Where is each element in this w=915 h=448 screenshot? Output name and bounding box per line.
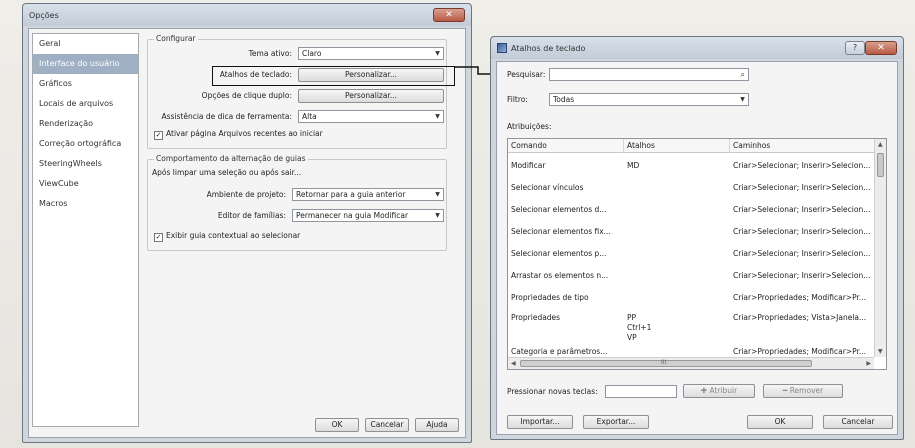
- search-icon: ⌕: [740, 70, 745, 79]
- cell-comando: Propriedades de tipo: [511, 293, 589, 302]
- vertical-scrollbar[interactable]: ▲ ▼: [874, 139, 886, 357]
- scroll-right-icon[interactable]: ▶: [866, 360, 871, 367]
- pesquisar-label: Pesquisar:: [507, 70, 546, 79]
- atribuicoes-label: Atribuições:: [507, 122, 552, 131]
- cell-comando: Selecionar elementos d...: [511, 205, 607, 214]
- atribuir-button[interactable]: ✚ Atribuir: [683, 384, 755, 398]
- cell-caminhos: Criar>Propriedades; Vista>Janela...: [733, 313, 867, 322]
- nova-tecla-input[interactable]: [605, 385, 677, 398]
- ok-button[interactable]: OK: [747, 415, 813, 429]
- nova-tecla-label: Pressionar novas teclas:: [507, 387, 598, 396]
- horizontal-scroll-thumb[interactable]: III: [520, 359, 812, 367]
- minus-icon: ━: [782, 386, 790, 395]
- remover-label: Remover: [789, 386, 824, 395]
- cell-comando: Propriedades: [511, 313, 561, 322]
- app-icon: [497, 43, 507, 53]
- cell-caminhos: Criar>Selecionar; Inserir>Selecion...: [733, 183, 871, 192]
- table-row[interactable]: Selecionar elementos p... Criar>Selecion…: [508, 244, 874, 264]
- table-row[interactable]: Propriedades de tipo Criar>Propriedades;…: [508, 288, 874, 308]
- remover-button[interactable]: ━ Remover: [763, 384, 843, 398]
- importar-button[interactable]: Importar...: [507, 415, 573, 429]
- scroll-left-icon[interactable]: ◀: [511, 360, 516, 367]
- grip-icon: III: [661, 359, 667, 366]
- vertical-scroll-thumb[interactable]: [877, 153, 884, 177]
- cell-atalhos: MD: [627, 161, 640, 170]
- filtro-label: Filtro:: [507, 95, 528, 104]
- atribuir-label: Atribuir: [709, 386, 738, 395]
- atalhos-title: Atalhos de teclado: [511, 44, 586, 53]
- table-row[interactable]: Modificar MD Criar>Selecionar; Inserir>S…: [508, 156, 874, 176]
- cell-caminhos: Criar>Selecionar; Inserir>Selecion...: [733, 227, 871, 236]
- horizontal-scrollbar[interactable]: ◀ III ▶: [508, 357, 874, 369]
- filtro-select[interactable]: Todas ▼: [549, 93, 749, 106]
- cell-comando: Selecionar vínculos: [511, 183, 584, 192]
- chevron-down-icon: ▼: [740, 96, 745, 103]
- cell-caminhos: Criar>Propriedades; Modificar>Pr...: [733, 293, 867, 302]
- cell-caminhos: Criar>Propriedades; Modificar>Pr...: [733, 347, 867, 356]
- table-row[interactable]: Selecionar vínculos Criar>Selecionar; In…: [508, 178, 874, 198]
- cell-caminhos: Criar>Selecionar; Inserir>Selecion...: [733, 249, 871, 258]
- column-header-caminhos[interactable]: Caminhos: [730, 139, 880, 153]
- cell-comando: Arrastar os elementos n...: [511, 271, 609, 280]
- cell-caminhos: Criar>Selecionar; Inserir>Selecion...: [733, 205, 871, 214]
- table-row[interactable]: Propriedades PP Ctrl+1 VP Criar>Propried…: [508, 310, 874, 346]
- cell-atalhos: PP Ctrl+1 VP: [627, 313, 652, 342]
- filtro-value: Todas: [553, 95, 575, 104]
- column-header-comando[interactable]: Comando: [508, 139, 624, 153]
- exportar-button[interactable]: Exportar...: [583, 415, 649, 429]
- table-header: Comando Atalhos Caminhos: [508, 139, 880, 153]
- atalhos-close-button[interactable]: ✕: [865, 41, 897, 55]
- atalhos-dialog: Atalhos de teclado ? ✕ Pesquisar: ⌕ Filt…: [490, 36, 904, 440]
- scroll-down-icon[interactable]: ▼: [878, 348, 883, 355]
- column-header-atalhos[interactable]: Atalhos: [624, 139, 730, 153]
- cell-comando: Selecionar elementos p...: [511, 249, 607, 258]
- cancel-button[interactable]: Cancelar: [823, 415, 893, 429]
- cell-comando: Selecionar elementos fix...: [511, 227, 611, 236]
- shortcuts-table: Comando Atalhos Caminhos Modificar MD Cr…: [507, 138, 887, 370]
- scroll-up-icon[interactable]: ▲: [878, 141, 883, 148]
- table-row[interactable]: Selecionar elementos d... Criar>Selecion…: [508, 200, 874, 220]
- cell-comando: Modificar: [511, 161, 546, 170]
- table-row[interactable]: Arrastar os elementos n... Criar>Selecio…: [508, 266, 874, 286]
- help-icon[interactable]: ?: [845, 41, 865, 55]
- cell-comando: Categoria e parâmetros...: [511, 347, 608, 356]
- search-input[interactable]: ⌕: [549, 68, 749, 81]
- table-row[interactable]: Selecionar elementos fix... Criar>Seleci…: [508, 222, 874, 242]
- atalhos-client: Pesquisar: ⌕ Filtro: Todas ▼ Atribuições…: [496, 61, 898, 435]
- atalhos-titlebar: Atalhos de teclado ? ✕: [491, 37, 903, 59]
- cell-caminhos: Criar>Selecionar; Inserir>Selecion...: [733, 161, 871, 170]
- cell-caminhos: Criar>Selecionar; Inserir>Selecion...: [733, 271, 871, 280]
